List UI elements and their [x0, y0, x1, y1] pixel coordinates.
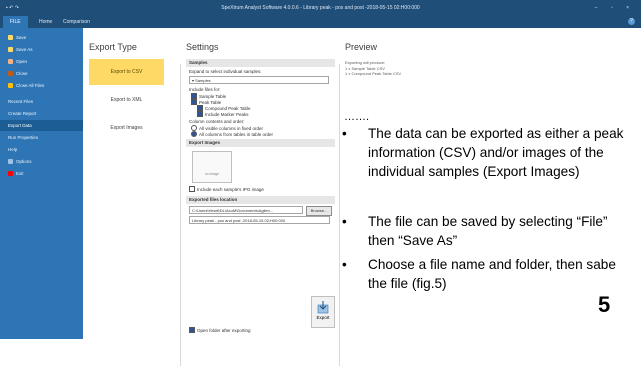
image-preview-box: no image	[192, 151, 232, 183]
columns-label: Column contents and order:	[189, 119, 245, 124]
image-placeholder-text: no image	[204, 172, 220, 176]
sidebar-item-create-report[interactable]: Create Report	[0, 108, 83, 119]
sidebar-item-label: Save	[16, 35, 27, 40]
export-images-button[interactable]: Export Images	[89, 115, 164, 141]
export-to-csv-button[interactable]: Export to CSV	[89, 59, 164, 85]
include-checkbox[interactable]	[197, 111, 203, 117]
bullet-text: Choose a file name and folder, then sabe…	[368, 257, 616, 291]
bullet-mark: •	[342, 257, 347, 272]
preview-text: Exporting will produce: 1 x Sample Table…	[345, 60, 401, 77]
sidebar-item-export-data[interactable]: Export Data	[0, 120, 83, 131]
include-ipg-label: Include each sample's IPG image	[197, 187, 264, 192]
divider	[339, 64, 340, 366]
sidebar-item-label: Options	[16, 159, 32, 164]
export-icon	[317, 301, 329, 314]
export-images-section-header: Export Images	[186, 139, 335, 147]
close-all-icon	[8, 83, 13, 88]
exit-icon	[8, 171, 13, 176]
samples-tree[interactable]: ▾ Samples	[189, 76, 329, 84]
open-folder-option[interactable]: Open folder after exporting	[189, 327, 251, 333]
include-files-label: Include files for:	[189, 87, 221, 92]
sidebar-item-label: Open	[16, 59, 28, 64]
sidebar-item-save-as[interactable]: Save As	[0, 44, 83, 55]
bullet-text: The file can be saved by selecting “File…	[368, 214, 608, 248]
open-folder-checkbox[interactable]	[189, 327, 195, 333]
bullet-mark: •	[342, 214, 347, 229]
sidebar-item-label: Close	[16, 71, 28, 76]
browse-button[interactable]: Browse...	[306, 206, 332, 216]
sidebar-item-exit[interactable]: Exit	[0, 168, 83, 179]
folder-icon	[8, 59, 13, 64]
include-option-label: Include Marker Peaks	[205, 112, 249, 117]
include-ipg-checkbox[interactable]	[189, 186, 195, 192]
sidebar-item-label: Create Report	[8, 111, 37, 116]
sidebar-item-label: Save As	[16, 47, 33, 52]
window-controls[interactable]: – ▫ ×	[595, 0, 635, 16]
sidebar-item-open[interactable]: Open	[0, 56, 83, 67]
export-filename-input[interactable]: Library peak - pos and post -2018-05-15 …	[189, 216, 330, 224]
file-location-section-header: Exported files location	[186, 196, 335, 204]
sidebar-item-save[interactable]: Save	[0, 32, 83, 43]
export-to-xml-button[interactable]: Export to XML	[89, 87, 164, 113]
samples-hint: Expand to select individual samples:	[189, 69, 262, 74]
bullet-mark: •	[342, 126, 347, 141]
sidebar-item-recent-files[interactable]: Recent Files	[0, 96, 83, 107]
sidebar-item-label: Exit	[16, 171, 24, 176]
sidebar-item-label: Run Properties	[8, 135, 39, 140]
column-order-radio[interactable]	[191, 131, 197, 137]
sidebar-item-run-properties[interactable]: Run Properties	[0, 132, 83, 143]
backstage-sidebar: Save Save As Open Close Close All Files Recen…	[0, 28, 83, 339]
options-icon	[8, 159, 13, 164]
close-file-icon	[8, 71, 13, 76]
tab-comparison[interactable]: Comparison	[56, 16, 97, 28]
export-button[interactable]: Export	[311, 296, 335, 328]
export-type-heading: Export Type	[89, 42, 137, 52]
sidebar-item-close[interactable]: Close	[0, 68, 83, 79]
export-button-label: Export	[316, 315, 330, 320]
settings-heading: Settings	[186, 42, 219, 52]
bullet-text: The data can be exported as either a pea…	[368, 126, 624, 179]
title-bar: ▪ ↶ ↷ SpeXtrum Analyst Software 4.0.0.6 …	[0, 0, 641, 16]
slide-number: 5	[598, 292, 611, 317]
save-as-icon	[8, 47, 13, 52]
samples-section-header: Samples	[186, 59, 335, 67]
save-icon	[8, 35, 13, 40]
sidebar-item-label: Export Data	[8, 123, 32, 128]
sidebar-item-label: Help	[8, 147, 18, 152]
ellipsis-text: …….	[344, 111, 370, 123]
export-path-input[interactable]: C:\Users\Hewit\DL\AcuM\Documents\Agilen.…	[189, 206, 303, 214]
sidebar-item-label: Close All Files	[16, 83, 45, 88]
window-title: SpeXtrum Analyst Software 4.0.0.6 - Libr…	[221, 5, 420, 11]
preview-heading: Preview	[345, 42, 378, 52]
sidebar-item-options[interactable]: Options	[0, 156, 83, 167]
open-folder-label: Open folder after exporting	[197, 328, 251, 333]
sidebar-item-label: Recent Files	[8, 99, 34, 104]
column-order-label: All columns from tables in table order	[199, 132, 274, 137]
sidebar-item-close-all-files[interactable]: Close All Files	[0, 80, 83, 91]
preview-line: 1 x Compound Peak Table CSV	[345, 71, 402, 76]
include-option[interactable]: Include Marker Peaks	[197, 111, 249, 117]
tab-file[interactable]: FILE	[3, 16, 28, 28]
column-order-option[interactable]: All columns from tables in table order	[191, 131, 273, 137]
include-ipg-option[interactable]: Include each sample's IPG image	[189, 186, 264, 192]
help-icon[interactable]: ?	[628, 18, 635, 25]
sidebar-item-help[interactable]: Help	[0, 144, 83, 155]
divider	[180, 64, 181, 366]
ribbon-tabs: FILE Home Comparison ?	[0, 16, 641, 28]
